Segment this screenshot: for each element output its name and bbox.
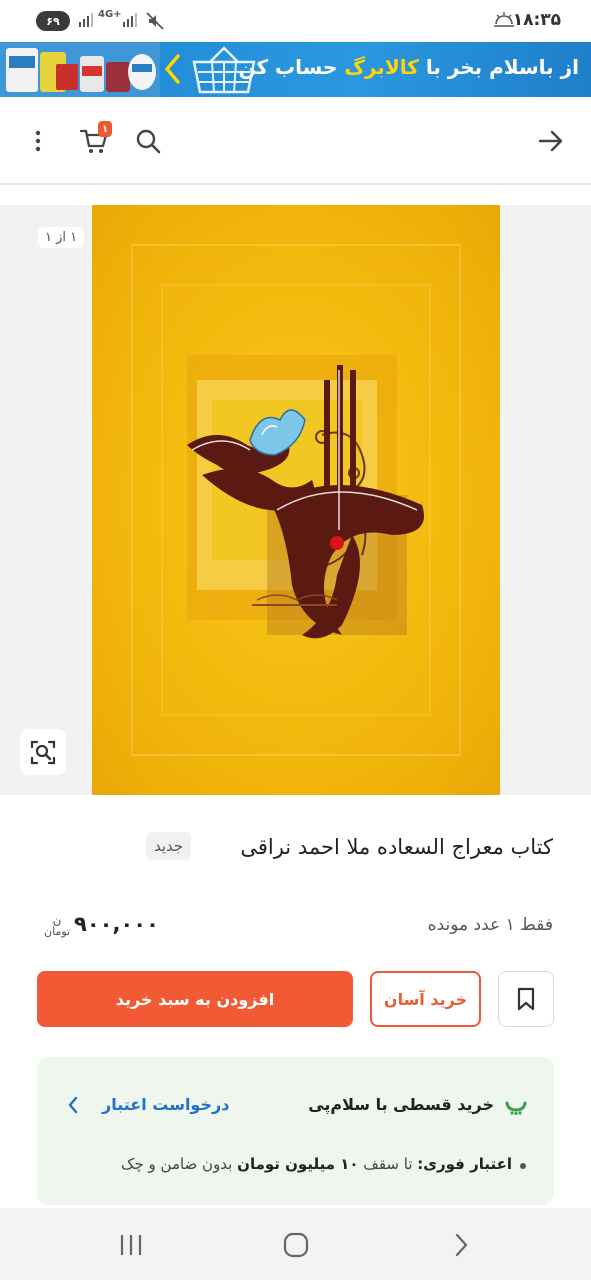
add-to-cart-button[interactable]: افزودن به سبد خرید	[37, 971, 353, 1027]
product-gallery[interactable]: ۱ از ۱	[0, 205, 591, 795]
mute-icon	[146, 12, 164, 34]
back-arrow-icon[interactable]	[533, 123, 569, 159]
book-cover-art	[131, 244, 461, 756]
zoom-button[interactable]	[20, 729, 66, 775]
more-options-icon[interactable]	[20, 123, 56, 159]
chevron-left-icon	[165, 54, 180, 84]
system-nav-bar	[0, 1208, 591, 1280]
currency-label: ن تومان	[44, 913, 71, 938]
new-badge: جدید	[146, 832, 192, 860]
search-icon[interactable]	[130, 123, 166, 159]
battery-indicator: ۶۹	[36, 11, 70, 31]
instant-credit-detail: اعتبار فوری: تا سقف ۱۰ میلیون تومان بدون…	[121, 1155, 512, 1173]
app-bar: ۱	[0, 97, 591, 185]
product-title: کتاب معراج السعاده ملا احمد نراقی	[240, 835, 553, 859]
banner-products-image	[0, 42, 160, 97]
image-counter: ۱ از ۱	[38, 227, 85, 248]
price-value: ۹۰۰,۰۰۰	[74, 912, 159, 936]
easy-buy-button[interactable]: خرید آسان	[370, 971, 481, 1027]
signal-icon	[122, 12, 138, 32]
status-time: ۱۸:۳۵	[512, 10, 561, 30]
banner-text: از باسلام بخر با کالابرگ حساب کن	[238, 55, 579, 79]
bookmark-button[interactable]	[498, 971, 554, 1027]
cart-count-badge: ۱	[98, 121, 112, 137]
credit-request-link[interactable]: درخواست اعتبار	[102, 1095, 229, 1114]
back-nav-icon[interactable]	[446, 1230, 476, 1260]
bullet	[520, 1163, 526, 1169]
weather-icon	[493, 12, 515, 32]
stock-status: فقط ۱ عدد مونده	[427, 915, 553, 935]
status-bar: ۱۸:۳۵ ۶۹ 4G+	[0, 0, 591, 42]
product-image[interactable]	[92, 205, 500, 795]
zoom-scan-icon	[30, 740, 56, 765]
basket-icon	[192, 46, 256, 94]
cart-button[interactable]: ۱	[76, 121, 112, 159]
salampay-logo-icon	[505, 1101, 527, 1115]
installment-title: خرید قسطی با سلام‌پی	[308, 1095, 494, 1114]
signal-icon	[78, 12, 94, 32]
promo-banner[interactable]: از باسلام بخر با کالابرگ حساب کن	[0, 42, 591, 97]
home-icon[interactable]	[281, 1230, 311, 1260]
chevron-left-icon[interactable]	[67, 1095, 79, 1115]
installment-card: خرید قسطی با سلام‌پی درخواست اعتبار اعتب…	[37, 1057, 554, 1205]
bookmark-icon	[517, 987, 535, 1011]
network-type: 4G+	[98, 9, 122, 20]
recent-apps-icon[interactable]	[116, 1230, 146, 1260]
